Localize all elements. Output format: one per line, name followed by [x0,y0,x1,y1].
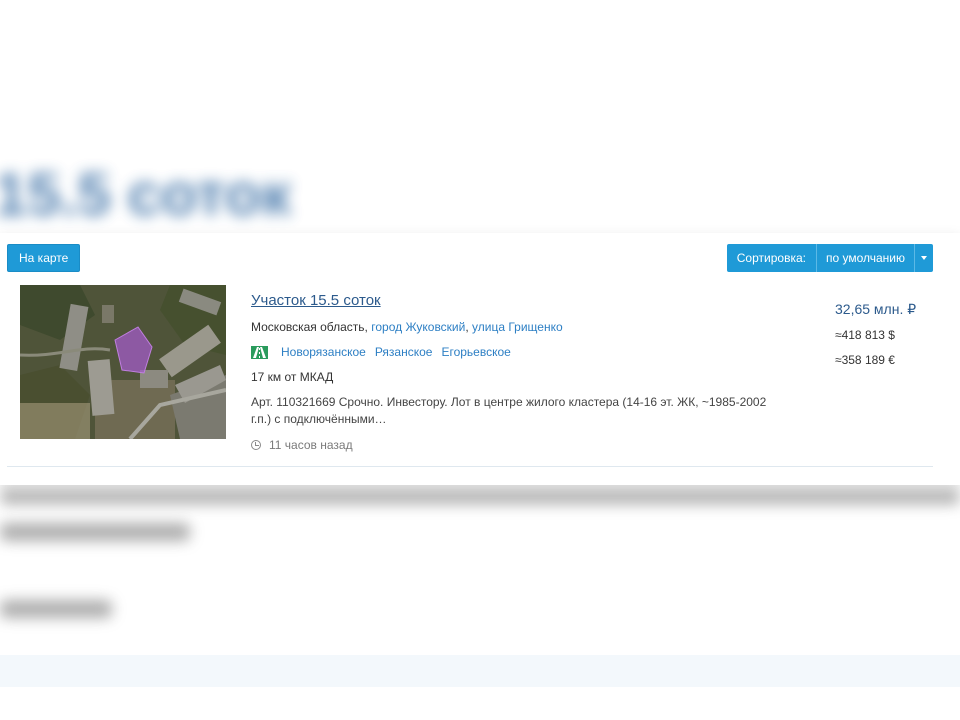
caret-down-icon[interactable] [915,244,933,272]
listing-address: Московская область, город Жуковский, ули… [251,320,563,334]
listing-thumbnail[interactable] [20,285,226,439]
listing-title-link[interactable]: Участок 15.5 соток [251,292,381,309]
background-heading: 15.5 соток [0,161,292,228]
highway-link[interactable]: Рязанское [375,345,433,359]
price-rub: 32,65 млн. ₽ [835,301,917,317]
background-band [0,655,960,687]
price-usd: ≈418 813 $ [835,328,895,342]
highway-link[interactable]: Новорязанское [281,345,366,359]
background-text-line [0,600,112,618]
divider [7,466,933,467]
listing-description: Арт. 110321669 Срочно. Инвестору. Лот в … [251,395,767,426]
clock-icon [251,440,261,450]
posted-time: 11 часов назад [251,438,353,452]
address-city-link[interactable]: город Жуковский [371,320,465,334]
map-button[interactable]: На карте [7,244,81,272]
highway-link[interactable]: Егорьевское [441,345,510,359]
highway-icon [251,345,268,359]
listing-card: На карте Сортировка: по умолчанию Участо… [0,233,960,485]
address-region: Московская область, [251,320,368,334]
highways-row: Новорязанское Рязанское Егорьевское [251,345,520,359]
sort-label[interactable]: Сортировка: [726,244,817,272]
price-eur: ≈358 189 € [835,353,895,367]
background-text-line [0,523,190,541]
background-text-line [0,490,960,504]
address-street-link[interactable]: улица Грищенко [472,320,563,334]
distance-text: 17 км от МКАД [251,370,334,384]
posted-time-text: 11 часов назад [269,438,353,452]
sort-dropdown[interactable]: Сортировка: по умолчанию [726,244,933,272]
page: 15.5 соток На карте Сортировка: по умолч… [0,0,960,720]
address-separator: , [465,320,469,334]
sort-value[interactable]: по умолчанию [816,244,915,272]
